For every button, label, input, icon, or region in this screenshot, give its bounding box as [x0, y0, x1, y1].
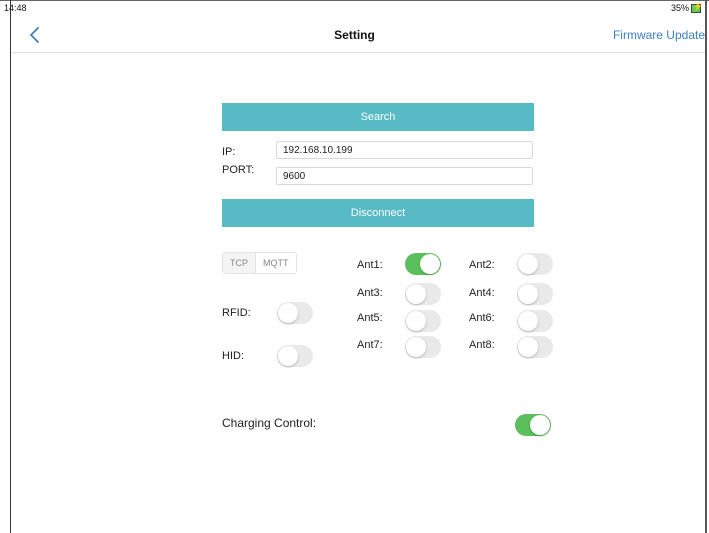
ant3-label: Ant3: [357, 287, 383, 299]
protocol-option-mqtt[interactable]: MQTT [256, 253, 296, 273]
hid-toggle[interactable] [277, 345, 313, 367]
charging-control-toggle[interactable] [515, 414, 551, 436]
status-battery: 35% [670, 2, 703, 14]
ant6-label: Ant6: [469, 312, 495, 324]
ant2-toggle[interactable] [517, 253, 553, 275]
search-button[interactable]: Search [222, 103, 534, 131]
ant5-toggle[interactable] [405, 310, 441, 332]
ant4-label: Ant4: [469, 287, 495, 299]
ip-input[interactable]: 192.168.10.199 [276, 141, 533, 159]
ant6-toggle[interactable] [517, 310, 553, 332]
firmware-update-button[interactable]: Firmware Update [613, 28, 705, 42]
ant3-toggle[interactable] [405, 283, 441, 305]
nav-divider [12, 52, 705, 53]
window-left-border [10, 0, 11, 533]
port-label: PORT: [222, 164, 255, 176]
battery-percent: 35% [670, 3, 689, 13]
rfid-toggle[interactable] [277, 302, 313, 324]
back-chevron-icon[interactable] [28, 24, 42, 46]
ant2-label: Ant2: [469, 259, 495, 271]
rfid-label: RFID: [222, 307, 251, 319]
hid-label: HID: [222, 350, 244, 362]
ant5-label: Ant5: [357, 312, 383, 324]
ant4-toggle[interactable] [517, 283, 553, 305]
window-right-border [705, 0, 707, 533]
window-top-border [0, 0, 709, 1]
status-time: 14:48 [4, 3, 27, 13]
ant8-label: Ant8: [469, 339, 495, 351]
page-title: Setting [334, 28, 375, 42]
disconnect-button[interactable]: Disconnect [222, 199, 534, 227]
protocol-segmented-control: TCP MQTT [222, 252, 297, 274]
protocol-option-tcp[interactable]: TCP [223, 253, 255, 273]
port-input[interactable]: 9600 [276, 167, 533, 185]
charging-control-label: Charging Control: [222, 416, 317, 430]
ant1-toggle[interactable] [405, 253, 441, 275]
ant1-label: Ant1: [357, 259, 383, 271]
ant7-toggle[interactable] [405, 336, 441, 358]
ant8-toggle[interactable] [517, 336, 553, 358]
battery-charging-icon [691, 2, 703, 13]
ip-label: IP: [222, 146, 236, 158]
ant7-label: Ant7: [357, 339, 383, 351]
